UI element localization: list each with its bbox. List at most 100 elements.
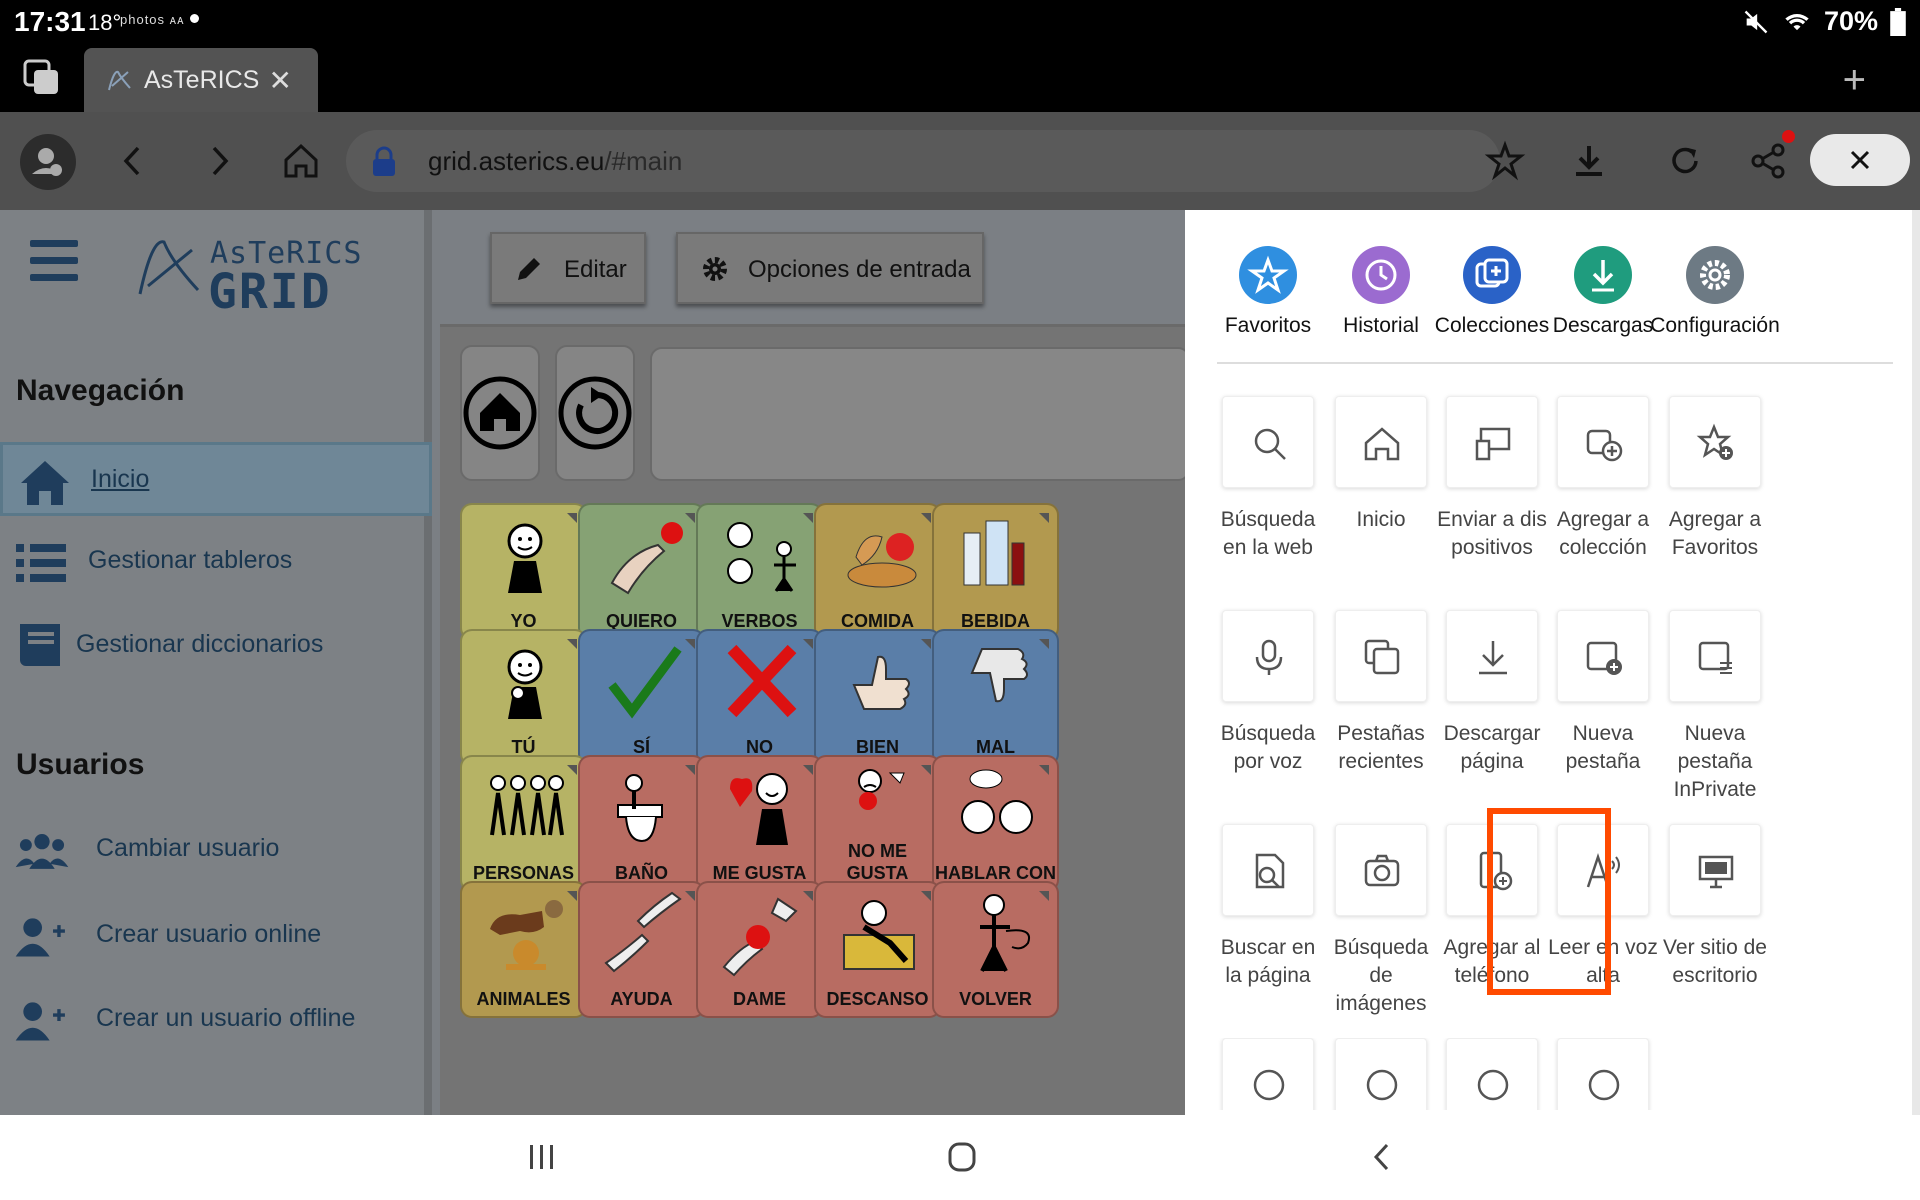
grid-cell-animales[interactable]: ANIMALES <box>460 881 587 1018</box>
pictogram-icon <box>847 533 917 588</box>
recent-tabs-icon <box>1364 639 1400 675</box>
refresh-icon[interactable] <box>1664 140 1706 182</box>
sidebar-item-cambiar-usuario[interactable]: Cambiar usuario <box>0 814 432 888</box>
grid-cell-personas[interactable]: PERSONAS <box>460 755 587 892</box>
sidebar-item-gestionar-tableros[interactable]: Gestionar tableros <box>0 526 432 600</box>
grid-cell-quiero[interactable]: QUIERO <box>578 503 705 640</box>
grid-home-button[interactable] <box>460 345 540 481</box>
asterics-favicon-icon <box>108 70 131 91</box>
hamburger-menu-icon[interactable] <box>30 240 78 282</box>
add-collection-icon <box>1586 429 1623 462</box>
camera-icon <box>1364 854 1400 887</box>
sidebar-item-inicio[interactable]: Inicio <box>0 442 432 516</box>
download-icon[interactable] <box>1568 140 1610 182</box>
pictogram-icon <box>970 648 1028 703</box>
lock-icon <box>373 146 395 176</box>
sidebar-item-crear-usuario-offline[interactable]: Crear un usuario offline <box>0 984 432 1058</box>
quick-action-circle <box>1686 246 1744 304</box>
grid-cell-hablar-con[interactable]: HABLAR CON <box>932 755 1059 892</box>
add-favorite-icon <box>1696 423 1733 460</box>
menu-item-inprivate[interactable]: Nueva pestaña InPrivate <box>1645 610 1785 804</box>
menu-item-tile <box>1446 1038 1538 1110</box>
status-dot <box>190 14 199 23</box>
grid-cell-label: NO ME GUSTA <box>846 841 909 883</box>
pictogram-icon <box>490 900 563 970</box>
book-icon <box>20 624 60 666</box>
quick-action-circle <box>1574 246 1632 304</box>
battery-icon <box>1890 7 1906 36</box>
new-tab-button[interactable]: + <box>1843 58 1866 103</box>
home-icon <box>1364 427 1400 461</box>
sidebar: AsTeRICS GRID Navegación Inicio Gestiona… <box>0 210 432 1115</box>
sidebar-item-crear-usuario-online[interactable]: Crear usuario online <box>0 900 432 974</box>
grid-cell-bebida[interactable]: BEBIDA <box>932 503 1059 640</box>
grid-cell-no[interactable]: NO <box>696 629 823 766</box>
mute-icon <box>1744 10 1768 33</box>
home-nav-icon[interactable] <box>942 1137 982 1177</box>
pictogram-icon <box>727 522 796 592</box>
edit-button[interactable]: Editar <box>490 232 646 304</box>
status-temp: 18° <box>88 10 122 35</box>
menu-item-add-favorite[interactable]: Agregar a Favoritos <box>1645 396 1785 562</box>
quick-action-configuración[interactable]: Configuración <box>1645 246 1785 338</box>
recent-apps-icon[interactable] <box>522 1137 562 1177</box>
grid-cell-verbos[interactable]: VERBOS <box>696 503 823 640</box>
input-options-button[interactable]: Opciones de entrada <box>676 232 984 304</box>
share-icon[interactable] <box>1748 140 1790 182</box>
home-icon <box>463 376 537 450</box>
desktop-icon <box>1698 855 1734 889</box>
star-icon[interactable] <box>1484 140 1526 182</box>
tabs-overview-icon[interactable] <box>22 58 62 98</box>
menu-item-tile <box>1669 610 1761 702</box>
grid-cell-descanso[interactable]: DESCANSO <box>814 881 941 1018</box>
tab-close-button[interactable]: ✕ <box>269 64 292 97</box>
grid-cell-dame[interactable]: DAME <box>696 881 823 1018</box>
grid-cell-label: DESCANSO <box>826 989 929 1009</box>
grid-cell-yo[interactable]: YO <box>460 503 587 640</box>
profile-button[interactable] <box>20 134 76 190</box>
grid-cell-tú[interactable]: TÚ <box>460 629 587 766</box>
quick-action-circle <box>1352 246 1410 304</box>
grid-cell-baño[interactable]: BAÑO <box>578 755 705 892</box>
menu-item-tile <box>1222 610 1314 702</box>
sidebar-item-label: Crear un usuario offline <box>96 1004 356 1032</box>
grid-cell-volver[interactable]: VOLVER <box>932 881 1059 1018</box>
menu-item-desktop[interactable]: Ver sitio de escritorio <box>1645 824 1785 990</box>
download-icon <box>1592 260 1614 292</box>
nav-section-title: Navegación <box>16 374 185 407</box>
sidebar-item-gestionar-diccionarios[interactable]: Gestionar diccionarios <box>0 610 432 684</box>
grid-cell-ayuda[interactable]: AYUDA <box>578 881 705 1018</box>
pictogram-icon <box>610 522 683 595</box>
back-nav-icon[interactable] <box>1362 1137 1402 1177</box>
grid-cell-no-me-gusta[interactable]: NO ME GUSTA <box>814 755 941 892</box>
grid-cell-me-gusta[interactable]: ME GUSTA <box>696 755 823 892</box>
url-host: grid.asterics.eu <box>428 146 605 176</box>
grid-cell-mal[interactable]: MAL <box>932 629 1059 766</box>
pictogram-icon <box>617 774 663 843</box>
user-plus-icon <box>15 918 65 957</box>
menu-scrollbar[interactable] <box>1912 210 1920 1115</box>
star-icon <box>1247 255 1289 294</box>
sentence-bar[interactable] <box>650 347 1190 481</box>
back-icon[interactable] <box>112 140 154 182</box>
menu-item-label: Agregar a Favoritos <box>1668 508 1762 559</box>
pictogram-icon <box>604 891 682 973</box>
pictogram-icon <box>852 655 910 710</box>
close-menu-button[interactable] <box>1810 134 1910 186</box>
tab-asterics[interactable]: AsTeRICS ✕ <box>84 48 318 112</box>
status-time: 17:31 <box>14 6 86 37</box>
grid-cell-sí[interactable]: SÍ <box>578 629 705 766</box>
sidebar-item-label: Cambiar usuario <box>96 834 280 862</box>
home-icon[interactable] <box>280 140 322 182</box>
url-field[interactable]: grid.asterics.eu/#main <box>346 130 1500 192</box>
forward-icon[interactable] <box>198 140 240 182</box>
inprivate-icon <box>1698 641 1732 674</box>
quick-action-label: Configuración <box>1650 314 1780 337</box>
grid-cell-comida[interactable]: COMIDA <box>814 503 941 640</box>
grid-undo-button[interactable] <box>555 345 635 481</box>
menu-item-partial[interactable] <box>1533 1038 1673 1110</box>
menu-item-tile <box>1222 396 1314 488</box>
grid-cell-bien[interactable]: BIEN <box>814 629 941 766</box>
menu-item-tile <box>1335 396 1427 488</box>
communication-grid: YO QUIERO VERBOS COMIDA BEBIDA TÚ SÍ NO BIEN MAL P… <box>440 324 1190 1115</box>
